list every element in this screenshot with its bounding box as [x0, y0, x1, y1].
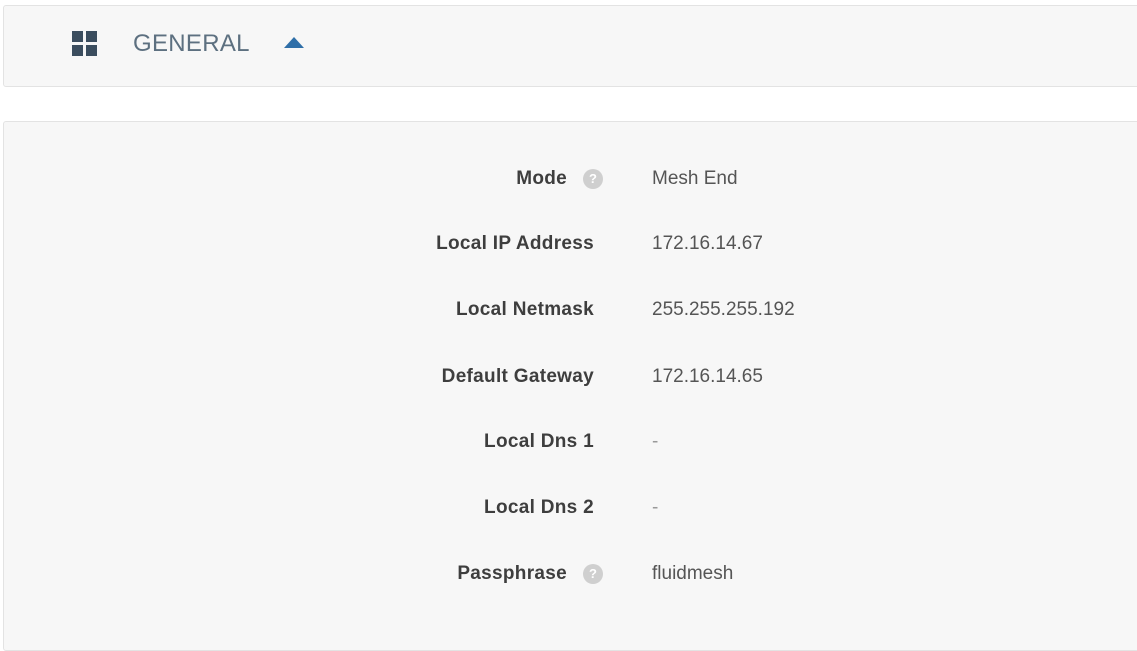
field-row-passphrase: Passphrase ? fluidmesh	[0, 559, 1137, 589]
help-icon[interactable]: ?	[583, 169, 603, 189]
field-row-local-ip-address: Local IP Address 172.16.14.67	[0, 229, 1137, 259]
field-label: Local Netmask	[455, 299, 594, 320]
field-row-local-dns-1: Local Dns 1 -	[0, 427, 1137, 457]
help-icon[interactable]: ?	[583, 564, 603, 584]
field-label: Local Dns 1	[484, 431, 594, 452]
section-title[interactable]: GENERAL	[133, 29, 250, 59]
field-label: Local IP Address	[436, 233, 594, 254]
field-value: 255.255.255.192	[652, 299, 795, 320]
field-value: 172.16.14.65	[652, 366, 763, 387]
field-row-default-gateway: Default Gateway 172.16.14.65	[0, 362, 1137, 392]
field-label: Local Dns 2	[484, 497, 594, 518]
field-label: Mode	[516, 168, 567, 189]
field-label: Default Gateway	[441, 366, 594, 387]
field-value: Mesh End	[652, 168, 738, 189]
field-value: -	[652, 497, 659, 518]
field-value: -	[652, 431, 659, 452]
caret-up-icon[interactable]	[284, 37, 304, 48]
field-row-local-netmask: Local Netmask 255.255.255.192	[0, 295, 1137, 325]
field-value: 172.16.14.67	[652, 233, 763, 254]
field-label: Passphrase	[457, 563, 567, 584]
field-row-mode: Mode ? Mesh End	[0, 164, 1137, 194]
field-row-local-dns-2: Local Dns 2 -	[0, 493, 1137, 523]
field-value: fluidmesh	[652, 563, 734, 584]
grid-icon	[72, 31, 98, 57]
